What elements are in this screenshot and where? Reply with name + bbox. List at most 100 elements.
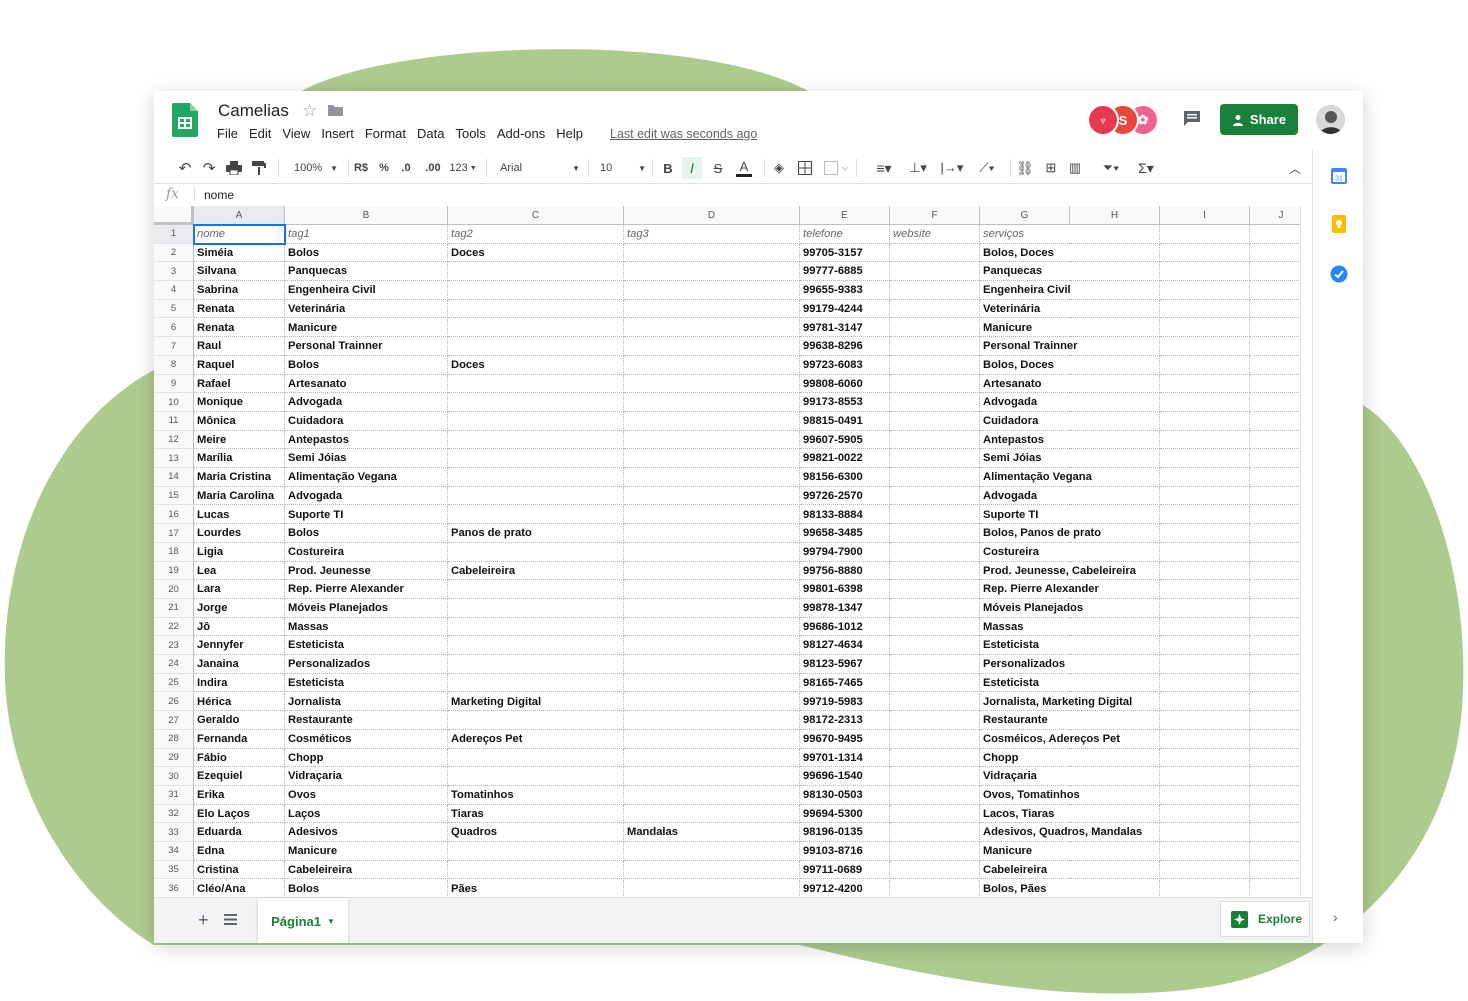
cell[interactable] (890, 804, 980, 824)
cell[interactable]: 99777-6885 (800, 262, 890, 282)
cell[interactable] (624, 599, 800, 618)
cell[interactable]: Renata (194, 299, 285, 319)
cell[interactable] (448, 505, 624, 525)
cell[interactable] (624, 636, 800, 656)
cell[interactable]: 99808-6060 (800, 374, 890, 394)
cell[interactable] (890, 561, 980, 581)
cell[interactable]: Bolos, Doces (980, 355, 1250, 375)
column-header-h[interactable]: H (1070, 206, 1160, 225)
cell[interactable]: Panquecas (285, 262, 448, 282)
cell[interactable]: Lourdes (194, 524, 285, 543)
cell[interactable]: Mandalas (624, 823, 800, 843)
column-header-f[interactable]: F (890, 206, 980, 225)
cell[interactable]: 99794-7900 (800, 542, 890, 562)
fill-color-icon[interactable]: ◈ (770, 153, 788, 183)
cell[interactable]: Bolos (285, 243, 448, 263)
row-header[interactable]: 25 (154, 673, 194, 693)
cell[interactable]: Esteticista (285, 673, 448, 693)
row-header[interactable]: 11 (154, 412, 194, 431)
cell[interactable]: Cabeleireira (448, 561, 624, 581)
cell[interactable]: 99781-3147 (800, 318, 890, 338)
cell[interactable] (890, 786, 980, 805)
vertical-align-icon[interactable]: ⊥▾ (904, 153, 932, 183)
cell[interactable]: 99801-6398 (800, 580, 890, 599)
cell[interactable]: 99173-8553 (800, 393, 890, 412)
share-button[interactable]: Share (1220, 104, 1298, 135)
cell[interactable]: 99655-9383 (800, 281, 890, 300)
cell[interactable]: Fernanda (194, 729, 285, 749)
cell[interactable] (448, 281, 624, 300)
cell[interactable]: Adesivos, Quadros, Mandalas (980, 823, 1250, 843)
cell[interactable] (624, 842, 800, 861)
cell[interactable]: Sabrina (194, 281, 285, 300)
row-header[interactable]: 6 (154, 318, 194, 338)
cell[interactable]: Esteticista (285, 636, 448, 656)
cell[interactable]: 98815-0491 (800, 412, 890, 431)
row-header[interactable]: 18 (154, 542, 194, 562)
cell[interactable]: Manicure (285, 318, 448, 338)
column-header-b[interactable]: B (285, 206, 448, 225)
cell[interactable]: Alimentação Vegana (980, 468, 1250, 487)
cell[interactable]: Bolos, Doces (980, 243, 1250, 263)
paint-format-icon[interactable] (252, 161, 266, 175)
cell[interactable] (448, 430, 624, 450)
menu-view[interactable]: View (282, 126, 310, 141)
row-header[interactable]: 12 (154, 430, 194, 450)
row-header[interactable]: 31 (154, 786, 194, 805)
cell[interactable]: Rep. Pierre Alexander (285, 580, 448, 599)
cell[interactable] (890, 842, 980, 861)
row-header[interactable]: 30 (154, 767, 194, 786)
row-header[interactable]: 28 (154, 729, 194, 749)
cell[interactable] (890, 486, 980, 506)
cell[interactable]: Advogada (285, 393, 448, 412)
cell[interactable] (624, 561, 800, 581)
cell[interactable] (624, 860, 800, 880)
cell[interactable] (890, 673, 980, 693)
cell[interactable]: Cosméticos (285, 729, 448, 749)
cell[interactable]: Bolos (285, 355, 448, 375)
cell[interactable]: Hérica (194, 692, 285, 712)
cell[interactable] (448, 655, 624, 674)
cell[interactable]: Cristina (194, 860, 285, 880)
cell[interactable] (890, 729, 980, 749)
row-header[interactable]: 21 (154, 599, 194, 618)
font-size-select[interactable]: 10 ▼ (594, 153, 646, 183)
cell[interactable]: 99756-8880 (800, 561, 890, 581)
redo-icon[interactable]: ↷ (200, 153, 218, 183)
cell[interactable]: Jornalista (285, 692, 448, 712)
cell[interactable]: Manicure (980, 842, 1250, 861)
cell[interactable]: 98165-7465 (800, 673, 890, 693)
cell[interactable] (448, 468, 624, 487)
cell[interactable]: 98196-0135 (800, 823, 890, 843)
cell[interactable]: 99701-1314 (800, 748, 890, 768)
cell[interactable] (624, 449, 800, 469)
cell[interactable]: Marketing Digital (448, 692, 624, 712)
cell[interactable]: Adesivos (285, 823, 448, 843)
cell[interactable] (448, 748, 624, 768)
cell[interactable] (448, 337, 624, 356)
cell[interactable]: Silvana (194, 262, 285, 282)
row-header[interactable]: 3 (154, 262, 194, 282)
cell[interactable]: Elo Laços (194, 804, 285, 824)
cell[interactable]: 99638-8296 (800, 337, 890, 356)
font-family-select[interactable]: Arial ▼ (494, 153, 580, 183)
cell[interactable]: Fábio (194, 748, 285, 768)
folder-icon[interactable] (328, 104, 343, 116)
cell[interactable]: 99658-3485 (800, 524, 890, 543)
cell[interactable] (624, 243, 800, 263)
sheet-tab-pagina1[interactable]: Página1 ▼ (258, 898, 348, 943)
cell[interactable]: Prod. Jeunesse (285, 561, 448, 581)
cell[interactable] (448, 542, 624, 562)
cell[interactable]: Cabeleireira (285, 860, 448, 880)
column-header-d[interactable]: D (624, 206, 800, 225)
profile-avatar[interactable] (1316, 105, 1345, 134)
row-header[interactable]: 22 (154, 617, 194, 637)
cell[interactable]: 99694-5300 (800, 804, 890, 824)
row-header[interactable]: 24 (154, 655, 194, 674)
cell[interactable] (624, 505, 800, 525)
calendar-icon[interactable]: 31 (1330, 167, 1348, 185)
cell[interactable]: Vidraçaria (980, 767, 1250, 786)
cell[interactable]: Manicure (980, 318, 1250, 338)
cell[interactable]: Massas (980, 617, 1250, 637)
cell[interactable]: Lea (194, 561, 285, 581)
